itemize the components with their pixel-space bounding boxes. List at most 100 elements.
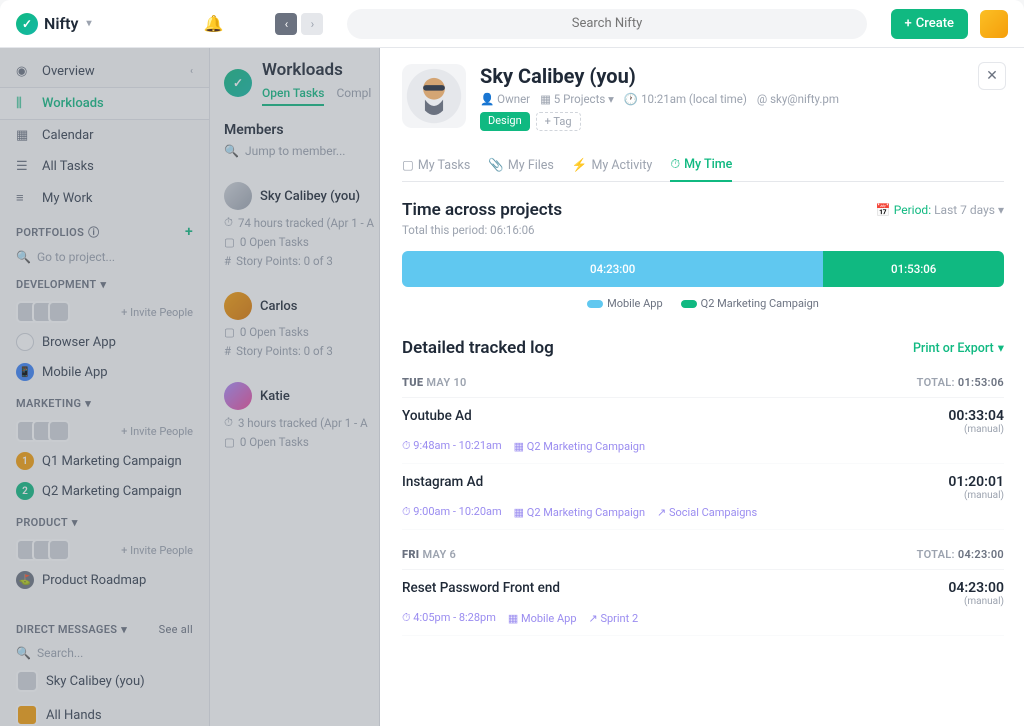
project-label: Q2 Marketing Campaign [42, 484, 182, 499]
help-icon[interactable]: ⓘ [88, 224, 99, 240]
add-portfolio-button[interactable]: + [185, 224, 193, 240]
chart-legend: Mobile App Q2 Marketing Campaign [402, 297, 1004, 310]
clock-icon: ⏱ [224, 415, 233, 430]
member-name: Sky Calibey (you) [260, 189, 360, 204]
create-button[interactable]: + Create [891, 9, 968, 39]
tags-row: Design + Tag [480, 112, 839, 131]
project-mobile-app[interactable]: 📱Mobile App [0, 357, 209, 387]
avatar [16, 670, 38, 692]
workloads-tabs: Open Tasks Compl [262, 86, 371, 106]
tag-design[interactable]: Design [480, 112, 530, 131]
dm-sky[interactable]: Sky Calibey (you) [0, 664, 209, 698]
tab-my-tasks[interactable]: ▢My Tasks [402, 157, 470, 181]
bar-segment-q2[interactable]: 01:53:06 [823, 251, 1004, 287]
search-input[interactable] [347, 9, 866, 39]
chevron-left-icon[interactable]: ‹ [190, 66, 193, 77]
avatar[interactable] [48, 301, 70, 323]
section-label: DIRECT MESSAGES [16, 623, 117, 636]
nav-my-work[interactable]: ≡My Work [0, 182, 209, 214]
nav-calendar[interactable]: ▦Calendar [0, 120, 209, 151]
marketing-header[interactable]: MARKETING▾ [0, 387, 209, 416]
profile-avatar[interactable] [402, 64, 466, 128]
legend-mobile: Mobile App [587, 297, 663, 310]
task-icon: ▢ [224, 325, 235, 339]
project-label: Browser App [42, 335, 116, 350]
detail-title: Detailed tracked log [402, 338, 554, 358]
avatar[interactable] [48, 539, 70, 561]
brand-logo[interactable]: ✓ Nifty ▾ [16, 13, 92, 35]
member-name: Katie [260, 389, 290, 404]
stat: 0 Open Tasks [240, 435, 309, 449]
bar-segment-mobile[interactable]: 04:23:00 [402, 251, 823, 287]
nav-back-button[interactable]: ‹ [275, 13, 297, 35]
project-browser-app[interactable]: 🖥Browser App [0, 327, 209, 357]
dm-all-hands[interactable]: All Hands [0, 698, 209, 726]
log-item[interactable]: Youtube Ad00:33:04(manual)⏱ 9:48am - 10:… [402, 398, 1004, 464]
project-q1-marketing[interactable]: 1Q1 Marketing Campaign [0, 446, 209, 476]
logo-mark-icon: ✓ [224, 69, 252, 97]
project-icon: 1 [16, 452, 34, 470]
stat: 0 Open Tasks [240, 235, 309, 249]
nav-all-tasks[interactable]: ☰All Tasks [0, 151, 209, 182]
avatar-illustration-icon [405, 67, 463, 125]
jump-to-member[interactable]: 🔍 Jump to member... [224, 144, 379, 158]
section-label: PORTFOLIOS [16, 226, 84, 239]
portfolios-header: PORTFOLIOS ⓘ + [0, 214, 209, 246]
member-sky[interactable]: Sky Calibey (you) ⏱74 hours tracked (Apr… [224, 182, 379, 268]
nav-forward-button[interactable]: › [301, 13, 323, 35]
jump-label: Jump to member... [245, 144, 345, 158]
projects-count[interactable]: ▦ 5 Projects ▾ [540, 92, 614, 106]
avatar[interactable] [48, 420, 70, 442]
development-header[interactable]: DEVELOPMENT▾ [0, 268, 209, 297]
period-selector[interactable]: 📅 Period: Last 7 days ▾ [876, 203, 1004, 217]
close-button[interactable]: ✕ [978, 62, 1006, 90]
invite-people-link[interactable]: + Invite People [121, 544, 193, 557]
attachment-icon: 📎 [488, 158, 504, 173]
tab-open-tasks[interactable]: Open Tasks [262, 86, 324, 106]
member-carlos[interactable]: Carlos ▢0 Open Tasks #Story Points: 0 of… [224, 292, 379, 358]
tab-my-files[interactable]: 📎My Files [488, 157, 554, 181]
print-export-button[interactable]: Print or Export ▾ [913, 340, 1004, 356]
dm-label: Sky Calibey (you) [46, 674, 145, 689]
stat: Story Points: 0 of 3 [236, 254, 333, 268]
user-avatar[interactable] [980, 10, 1008, 38]
dm-search[interactable]: 🔍Search... [0, 642, 209, 664]
profile-panel: ✕ Sky Calibey (you) 👤 Owner ▦ 5 Projects… [380, 48, 1024, 726]
tab-my-time[interactable]: ⏱My Time [670, 157, 732, 182]
search-icon: 🔍 [16, 250, 31, 264]
nav-label: All Tasks [42, 159, 94, 174]
log-item[interactable]: Instagram Ad01:20:01(manual)⏱ 9:00am - 1… [402, 464, 1004, 530]
project-icon: ⛳ [16, 571, 34, 589]
search-wrap [347, 9, 866, 39]
bell-icon[interactable]: 🔔 [204, 14, 224, 33]
invite-people-link[interactable]: + Invite People [121, 306, 193, 319]
tab-completed[interactable]: Compl [336, 86, 371, 106]
day-header: FRI MAY 6TOTAL: 04:23:00 [402, 540, 1004, 570]
chevron-down-icon: ▾ [86, 18, 91, 29]
legend-q2: Q2 Marketing Campaign [681, 297, 819, 310]
profile-meta: 👤 Owner ▦ 5 Projects ▾ 🕐 10:21am (local … [480, 92, 839, 106]
create-label: Create [916, 16, 954, 31]
project-q2-marketing[interactable]: 2Q2 Marketing Campaign [0, 476, 209, 506]
log-item[interactable]: Reset Password Front end04:23:00(manual)… [402, 570, 1004, 636]
search-placeholder: Go to project... [37, 250, 115, 264]
add-tag-button[interactable]: + Tag [536, 112, 581, 131]
stat: 3 hours tracked (Apr 1 - A [238, 416, 368, 430]
product-header[interactable]: PRODUCT▾ [0, 506, 209, 535]
member-katie[interactable]: Katie ⏱3 hours tracked (Apr 1 - A ▢0 Ope… [224, 382, 379, 449]
chevron-down-icon: ▾ [100, 278, 106, 291]
project-product-roadmap[interactable]: ⛳Product Roadmap [0, 565, 209, 595]
tab-my-activity[interactable]: ⚡My Activity [572, 157, 652, 181]
nav-workloads[interactable]: ⫼Workloads [0, 87, 209, 120]
nav-arrows: ‹ › [275, 13, 323, 35]
invite-people-link[interactable]: + Invite People [121, 425, 193, 438]
nav-label: Overview [42, 64, 95, 79]
dm-header[interactable]: DIRECT MESSAGES▾See all [0, 613, 209, 642]
project-search[interactable]: 🔍 Go to project... [0, 246, 209, 268]
owner-badge: 👤 Owner [480, 92, 530, 106]
workloads-title: Workloads [262, 60, 371, 80]
nav-overview[interactable]: ◉Overview‹ [0, 56, 209, 87]
search-icon: 🔍 [224, 144, 239, 158]
email-link[interactable]: @ sky@nifty.pm [757, 92, 839, 106]
see-all-link[interactable]: See all [159, 623, 193, 636]
